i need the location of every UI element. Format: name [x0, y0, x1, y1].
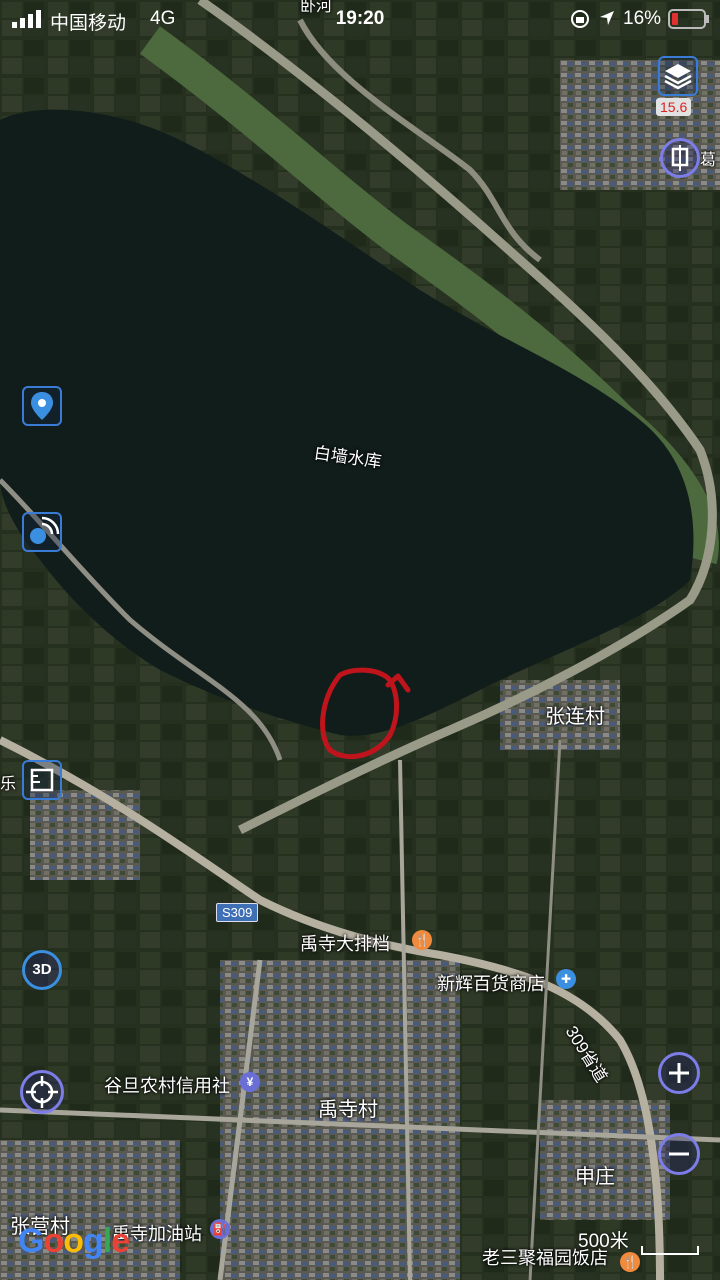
- scale-bar: [641, 1246, 699, 1255]
- zoom-out-button[interactable]: [658, 1133, 700, 1175]
- location-pin-button[interactable]: [22, 386, 62, 426]
- village-yusi-label: 禹寺村: [318, 1099, 378, 1121]
- compass-button[interactable]: [660, 138, 700, 178]
- minus-icon: [669, 1152, 689, 1156]
- poi-label[interactable]: 禹寺大排档: [300, 930, 390, 956]
- layers-button[interactable]: [658, 56, 698, 96]
- ruler-icon: [30, 768, 54, 792]
- village-zhanglian-label: 张连村: [545, 706, 605, 728]
- 3d-view-button[interactable]: 3D: [22, 950, 62, 990]
- shopping-cart-icon[interactable]: ✚: [556, 969, 576, 989]
- my-location-button[interactable]: [20, 1070, 64, 1114]
- gps-signal-icon: [30, 516, 60, 544]
- battery-percent: 16%: [623, 8, 662, 29]
- top-edge-label: 卧河: [300, 0, 333, 15]
- battery-icon: [668, 9, 709, 29]
- elevation-badge: 15.6: [656, 98, 692, 116]
- measure-button[interactable]: [22, 760, 62, 800]
- scale-label: 500米: [578, 1231, 629, 1252]
- road-s309-badge: S309: [216, 903, 259, 922]
- location-arrow-icon: [600, 11, 614, 25]
- restaurant-icon[interactable]: 🍴: [412, 930, 432, 950]
- compass-icon: [671, 145, 689, 171]
- right-edge-label: 葛: [700, 152, 717, 169]
- crosshair-icon: [26, 1076, 58, 1108]
- orientation-lock-icon: [571, 10, 589, 28]
- poi-label[interactable]: 谷旦农村信用社: [104, 1072, 230, 1098]
- village-left-area: [30, 790, 140, 880]
- google-logo: Google: [18, 1222, 130, 1260]
- status-bar: 中国移动 4G 19:20 16%: [0, 0, 720, 40]
- location-pin-icon: [31, 392, 53, 420]
- bank-icon[interactable]: ¥: [240, 1072, 260, 1092]
- gas-station-icon[interactable]: ⛽: [210, 1219, 230, 1239]
- layers-icon: [664, 64, 692, 90]
- gps-signal-button[interactable]: [22, 512, 62, 552]
- plus-icon: [669, 1063, 689, 1083]
- zoom-in-button[interactable]: [658, 1052, 700, 1094]
- restaurant-icon[interactable]: 🍴: [620, 1252, 640, 1272]
- poi-label[interactable]: 新辉百货商店: [437, 970, 545, 996]
- left-edge-label: 乐: [0, 776, 17, 793]
- village-shenzhuang-label: 申庄: [575, 1166, 615, 1188]
